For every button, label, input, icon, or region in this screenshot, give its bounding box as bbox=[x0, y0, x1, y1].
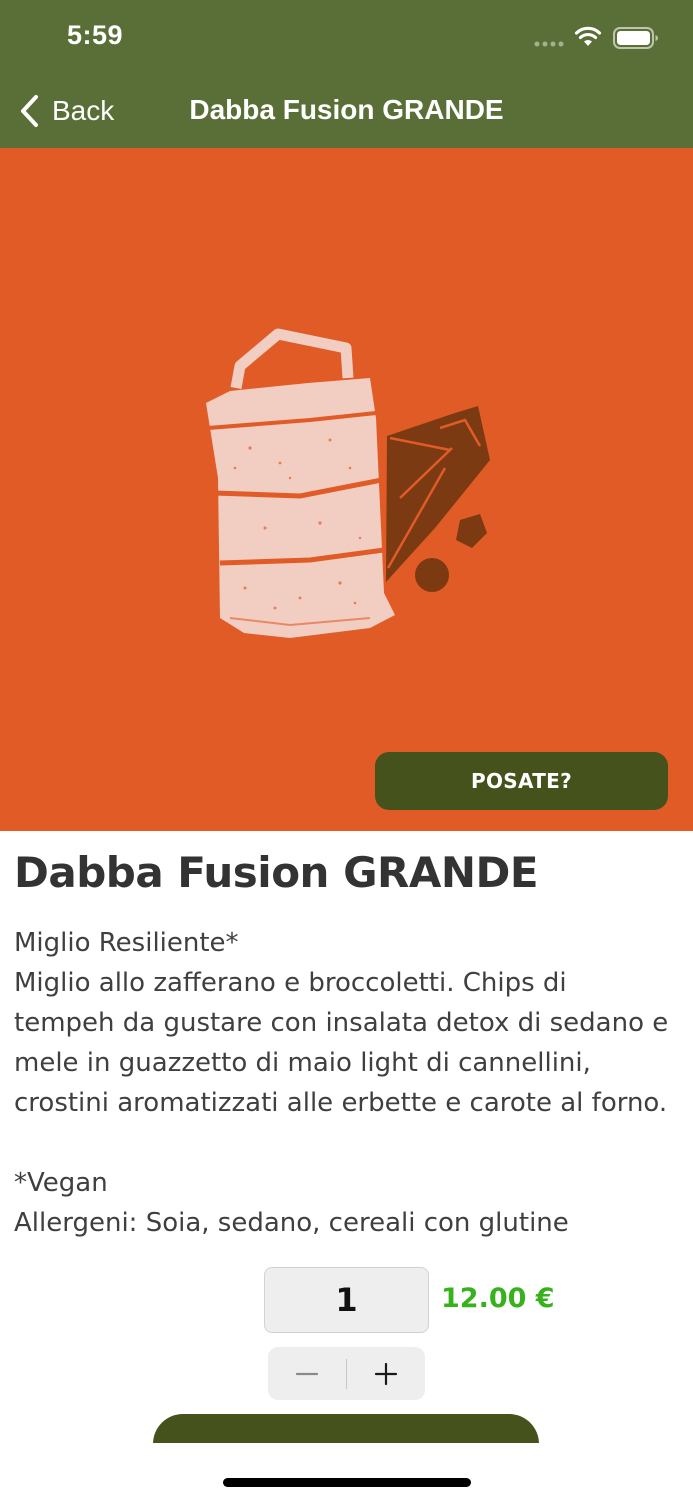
product-image: POSATE? bbox=[0, 148, 693, 831]
battery-icon bbox=[613, 27, 658, 49]
increment-button[interactable] bbox=[347, 1347, 425, 1400]
vegan-note: *Vegan bbox=[14, 1168, 108, 1198]
dabba-lunchbox-illustration bbox=[206, 328, 490, 638]
quantity-stepper bbox=[268, 1347, 425, 1400]
plus-icon bbox=[374, 1362, 398, 1385]
product-title: Dabba Fusion GRANDE bbox=[14, 848, 539, 897]
description-line: Miglio Resiliente* bbox=[14, 928, 239, 958]
cellular-signal-icon bbox=[534, 41, 564, 47]
price-label: 12.00 € bbox=[441, 1283, 555, 1314]
description-line: tempeh da gustare con insalata detox di … bbox=[14, 1008, 669, 1038]
description-line: Miglio allo zafferano e broccoletti. Chi… bbox=[14, 968, 567, 998]
minus-icon bbox=[295, 1372, 319, 1375]
navigation-header: 5:59 Back Dabba Fusion GRANDE bbox=[0, 0, 693, 148]
home-indicator-area bbox=[0, 1443, 693, 1500]
wifi-icon bbox=[574, 26, 602, 46]
product-description: Miglio Resiliente* Miglio allo zafferano… bbox=[14, 923, 684, 1243]
status-time: 5:59 bbox=[67, 20, 124, 50]
home-indicator[interactable] bbox=[223, 1478, 471, 1487]
description-line: crostini aromatizzati alle erbette e car… bbox=[14, 1088, 668, 1118]
nav-title: Dabba Fusion GRANDE bbox=[189, 94, 504, 125]
description-spacer bbox=[14, 1123, 684, 1163]
posate-button[interactable]: POSATE? bbox=[375, 752, 668, 810]
description-line: mele in guazzetto di maio light di canne… bbox=[14, 1048, 591, 1078]
decrement-button[interactable] bbox=[268, 1347, 346, 1400]
quantity-field[interactable]: 1 bbox=[264, 1267, 429, 1333]
allergens-note: Allergeni: Soia, sedano, cereali con glu… bbox=[14, 1208, 569, 1238]
